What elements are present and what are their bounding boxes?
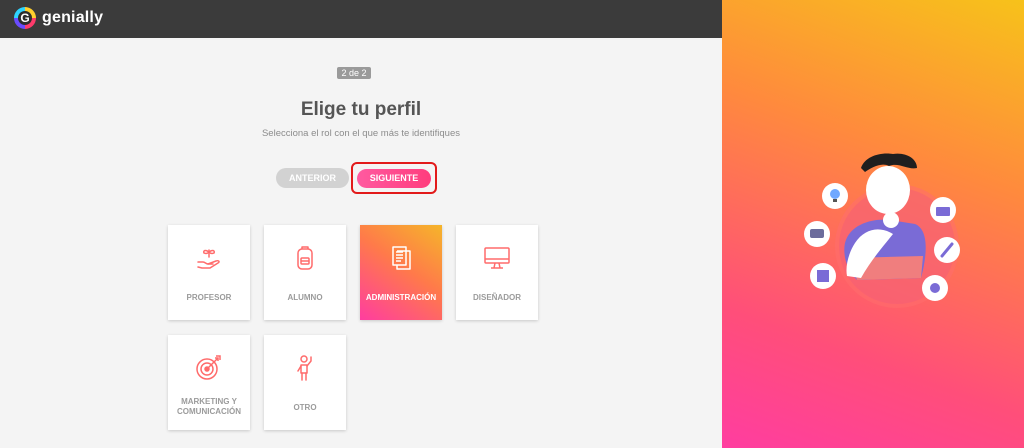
profile-label: OTRO bbox=[293, 403, 317, 412]
previous-button[interactable]: ANTERIOR bbox=[276, 168, 349, 188]
book-bubble-icon bbox=[810, 263, 836, 289]
profile-card-marketing[interactable]: MARKETING Y COMUNICACIÓN bbox=[168, 335, 250, 430]
brand-name: genially bbox=[42, 9, 104, 26]
target-icon bbox=[196, 355, 221, 380]
bulb-bubble-icon bbox=[822, 183, 848, 209]
pencil-bubble-icon bbox=[934, 237, 960, 263]
profile-card-profesor[interactable]: PROFESOR bbox=[168, 225, 250, 320]
step-indicator: 2 de 2 bbox=[337, 67, 371, 79]
profile-label-line-2: COMUNICACIÓN bbox=[177, 407, 241, 416]
profile-card-disenador[interactable]: DISEÑADOR bbox=[456, 225, 538, 320]
genially-logo-icon: G bbox=[14, 7, 36, 29]
profile-card-administracion[interactable]: ADMINISTRACIÓN bbox=[360, 225, 442, 320]
profile-label-line-1: MARKETING Y bbox=[181, 397, 237, 406]
briefcase-bubble-icon bbox=[930, 197, 956, 223]
backpack-icon bbox=[297, 246, 313, 270]
next-button-highlight: SIGUIENTE bbox=[351, 162, 437, 194]
profile-label: MARKETING Y COMUNICACIÓN bbox=[168, 397, 250, 417]
profile-card-alumno[interactable]: ALUMNO bbox=[264, 225, 346, 320]
monitor-icon bbox=[484, 247, 510, 269]
circle-bubble-icon bbox=[922, 275, 948, 301]
profile-selection-panel: 2 de 2 Elige tu perfil Selecciona el rol… bbox=[0, 38, 722, 448]
chat-bubble-icon bbox=[804, 221, 830, 247]
profile-label: ALUMNO bbox=[287, 293, 323, 302]
thinking-character-illustration bbox=[804, 153, 960, 308]
page-title: Elige tu perfil bbox=[300, 99, 422, 120]
genially-logo[interactable]: G genially bbox=[14, 7, 103, 29]
next-button[interactable]: SIGUIENTE bbox=[357, 169, 431, 188]
profile-label: PROFESOR bbox=[186, 293, 232, 302]
hand-plant-icon bbox=[197, 249, 220, 269]
profile-label: DISEÑADOR bbox=[472, 293, 521, 302]
documents-icon bbox=[392, 246, 411, 270]
page-subtitle: Selecciona el rol con el que más te iden… bbox=[261, 128, 461, 139]
profile-card-otro[interactable]: OTRO bbox=[264, 335, 346, 430]
person-waving-icon bbox=[297, 355, 312, 381]
profile-label: ADMINISTRACIÓN bbox=[365, 293, 437, 302]
